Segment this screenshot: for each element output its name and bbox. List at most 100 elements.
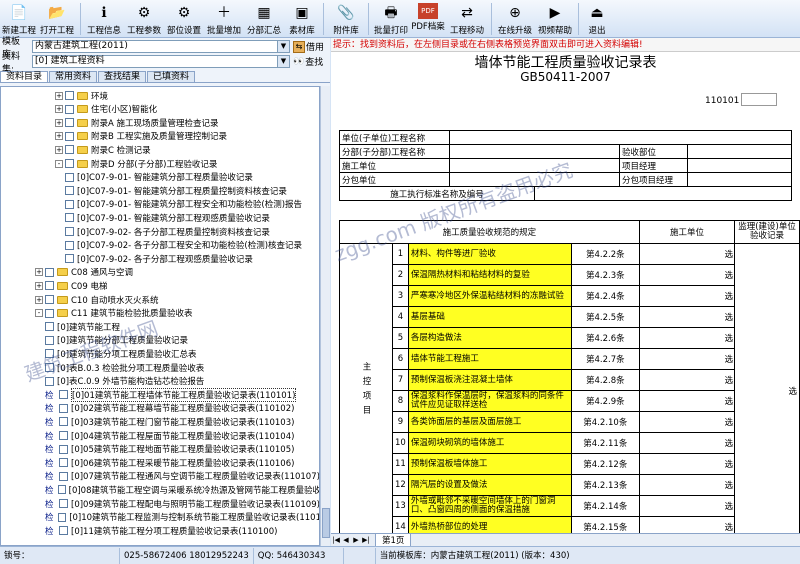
construction-check-cell[interactable]: 选: [638, 264, 736, 286]
tab-filled[interactable]: 已填资料: [147, 71, 196, 82]
tab-search-results[interactable]: 查找结果: [98, 71, 147, 82]
tree-item[interactable]: 检 [0]04建筑节能工程屋面节能工程质量验收记录表(110104): [1, 429, 319, 442]
new-project-button[interactable]: 📄 新建工程: [1, 0, 37, 37]
tree-item[interactable]: [0]建筑节能分部工程质量验收记录: [1, 334, 319, 347]
tree-checkbox[interactable]: [65, 199, 74, 209]
chevron-down-icon[interactable]: ▼: [277, 41, 289, 52]
tree-item[interactable]: [0]C07-9-01- 智能建筑分部工程观感质量验收记录: [1, 211, 319, 224]
tree-item[interactable]: [0]C07-9-01- 智能建筑分部工程质量控制资料核查记录: [1, 184, 319, 197]
tree-scrollbar[interactable]: [320, 86, 330, 546]
item-text[interactable]: 严寒寒冷地区外保温粘结材料的冻融试验: [407, 285, 572, 307]
expand-icon[interactable]: +: [35, 295, 43, 304]
tree-folder[interactable]: + 环境: [1, 89, 319, 102]
select-button[interactable]: 选: [725, 502, 734, 512]
tree-folder[interactable]: + 附录B 工程实施及质量管理控制记录: [1, 130, 319, 143]
construction-check-cell[interactable]: 选: [638, 516, 736, 533]
tree-folder[interactable]: - C11 建筑节能检验批质量验收表: [1, 307, 319, 320]
tree-item[interactable]: [0]C07-9-02- 各子分部工程安全和功能检验(检测)核查记录: [1, 239, 319, 252]
tree-folder[interactable]: - 附录D 分部(子分部)工程验收记录: [1, 157, 319, 170]
tree-checkbox[interactable]: [45, 308, 54, 318]
item-text[interactable]: 各层构造做法: [407, 327, 572, 349]
attachment-library-button[interactable]: 📎 附件库: [327, 0, 365, 37]
select-button[interactable]: 选: [725, 418, 734, 428]
tree-checkbox[interactable]: [65, 213, 74, 223]
item-text[interactable]: 材料、构件等进厂验收: [407, 243, 572, 265]
expand-icon[interactable]: +: [55, 105, 63, 114]
tree-checkbox[interactable]: [45, 267, 54, 277]
tree-checkbox[interactable]: [45, 349, 54, 359]
select-button[interactable]: 选: [725, 460, 734, 470]
item-text[interactable]: 墙体节能工程施工: [407, 348, 572, 370]
borrow-button[interactable]: ⇆ 借用: [293, 40, 324, 53]
project-info-button[interactable]: ℹ 工程信息: [84, 0, 124, 37]
last-page-icon[interactable]: ▶|: [361, 536, 371, 544]
tree-checkbox[interactable]: [59, 417, 68, 427]
material-library-button[interactable]: ▣ 素材库: [284, 0, 320, 37]
tree-item[interactable]: [0]建筑节能工程: [1, 320, 319, 333]
tree-checkbox[interactable]: [45, 281, 54, 291]
expand-icon[interactable]: +: [55, 118, 63, 127]
expand-icon[interactable]: +: [55, 132, 63, 141]
expand-icon[interactable]: +: [55, 145, 63, 154]
construction-check-cell[interactable]: 选: [638, 369, 736, 391]
tree-checkbox[interactable]: [45, 363, 54, 372]
dataset-select[interactable]: [0] 建筑工程资料 ▼: [32, 55, 290, 68]
template-select[interactable]: 内蒙古建筑工程(2011) ▼: [32, 40, 290, 53]
header-value[interactable]: [449, 130, 792, 145]
tree-checkbox[interactable]: [59, 390, 68, 400]
project-params-button[interactable]: ⚙ 工程参数: [124, 0, 164, 37]
standard-value[interactable]: [534, 186, 792, 201]
construction-check-cell[interactable]: 选: [638, 327, 736, 349]
document-preview[interactable]: 墙体节能工程质量验收记录表 GB50411-2007 110101 单位(子单位…: [331, 52, 800, 533]
tree-checkbox[interactable]: [65, 91, 74, 100]
select-button[interactable]: 选: [725, 481, 734, 491]
batch-print-button[interactable]: 🖶 批量打印: [372, 0, 410, 37]
tree-checkbox[interactable]: [59, 403, 68, 413]
header-value[interactable]: [687, 172, 792, 187]
tree-item[interactable]: 检 [0]07建筑节能工程通风与空调节能工程质量验收记录表(110107): [1, 470, 319, 483]
tree-checkbox[interactable]: [59, 499, 68, 508]
tab-page-1[interactable]: 第1页: [375, 533, 412, 547]
select-button[interactable]: 选: [725, 292, 734, 302]
tree-item[interactable]: 检 [0]03建筑节能工程门窗节能工程质量验收记录表(110103): [1, 415, 319, 428]
tree-item[interactable]: [0]表C.0.9 外墙节能构造钻芯检验报告: [1, 375, 319, 388]
construction-check-cell[interactable]: 选: [638, 390, 736, 412]
header-value[interactable]: [449, 144, 620, 159]
tree-item[interactable]: 检 [0]08建筑节能工程空调与采暖系统冷热源及管网节能工程质量验收: [1, 483, 319, 496]
header-value[interactable]: [449, 158, 620, 173]
select-button[interactable]: 选: [725, 376, 734, 386]
expand-icon[interactable]: +: [55, 91, 63, 100]
tree-folder[interactable]: + 附录A 施工现场质量管理检查记录: [1, 116, 319, 129]
chevron-down-icon[interactable]: ▼: [277, 56, 289, 67]
select-button[interactable]: 选: [725, 271, 734, 281]
exit-button[interactable]: ⏏ 退出: [582, 0, 612, 37]
tree-item[interactable]: 检 [0]05建筑节能工程地面节能工程质量验收记录表(110105): [1, 443, 319, 456]
construction-check-cell[interactable]: 选: [638, 411, 736, 433]
header-value[interactable]: [687, 144, 792, 159]
tree-checkbox[interactable]: [65, 186, 74, 196]
tree-folder[interactable]: + 住宅(小区)智能化: [1, 103, 319, 116]
construction-check-cell[interactable]: 选: [638, 306, 736, 328]
item-text[interactable]: 各类饰面层的基层及面层施工: [407, 411, 572, 433]
tree-folder[interactable]: + C10 自动喷水灭火系统: [1, 293, 319, 306]
collapse-icon[interactable]: -: [55, 159, 63, 168]
tree-checkbox[interactable]: [65, 240, 74, 250]
supervision-cell[interactable]: 选: [734, 243, 800, 533]
tree-checkbox[interactable]: [65, 172, 74, 182]
construction-check-cell[interactable]: 选: [638, 453, 736, 475]
tree-item[interactable]: [0]C07-9-02- 各子分部工程观感质量验收记录: [1, 252, 319, 265]
item-text[interactable]: 隔汽层的设置及做法: [407, 474, 572, 496]
item-text[interactable]: 外墙热桥部位的处理: [407, 516, 572, 533]
tree-checkbox[interactable]: [59, 526, 68, 536]
item-text[interactable]: 保温砌块砌筑的墙体施工: [407, 432, 572, 454]
summary-button[interactable]: ▦ 分部汇总: [244, 0, 284, 37]
tree-item[interactable]: [0]C07-9-02- 各子分部工程质量控制资料核查记录: [1, 225, 319, 238]
tree-checkbox[interactable]: [59, 458, 68, 468]
construction-check-cell[interactable]: 选: [638, 474, 736, 496]
tree-checkbox[interactable]: [57, 512, 67, 522]
location-settings-button[interactable]: ⚙ 部位设置: [164, 0, 204, 37]
project-move-button[interactable]: ⇄ 工程移动: [446, 0, 488, 37]
item-text[interactable]: 预制保温板浇注混凝土墙体: [407, 369, 572, 391]
select-button[interactable]: 选: [725, 439, 734, 449]
tree-item[interactable]: 检 [0]11建筑节能工程分项工程质量验收记录表(110100): [1, 524, 319, 537]
